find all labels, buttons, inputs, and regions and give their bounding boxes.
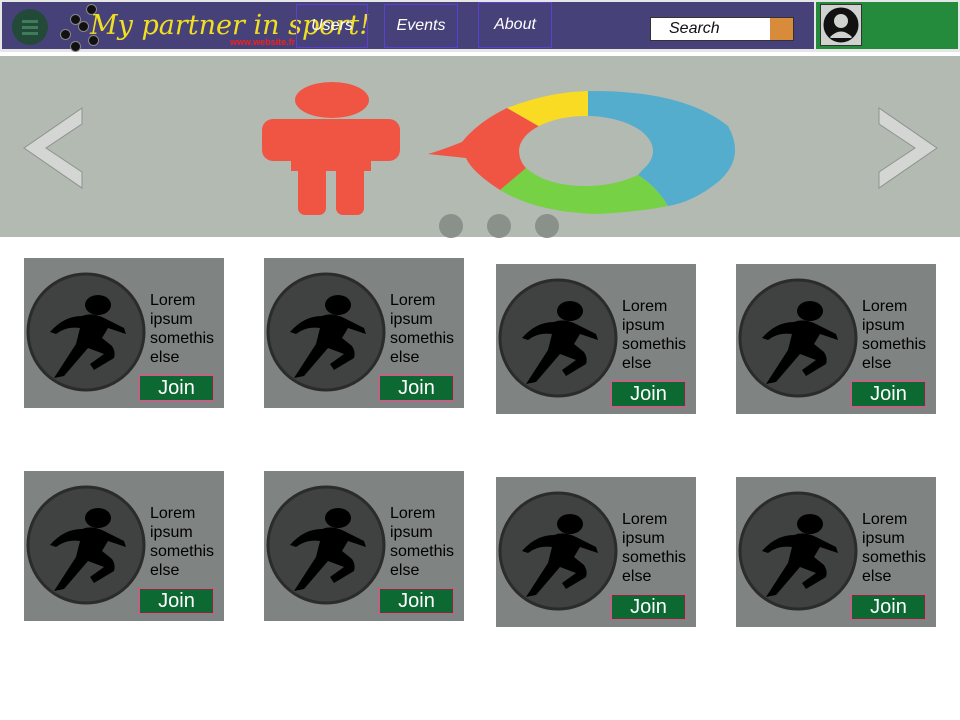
search-box[interactable]: Search <box>650 17 794 41</box>
profile-area <box>816 2 958 49</box>
join-button[interactable]: Join <box>379 375 454 401</box>
header: My partner in sport! www.website.fr User… <box>0 0 960 52</box>
event-card[interactable]: Lorem ipsum somethis else Join <box>736 264 936 414</box>
menu-icon <box>22 32 38 35</box>
join-button[interactable]: Join <box>139 588 214 614</box>
avatar[interactable] <box>820 4 862 46</box>
join-button[interactable]: Join <box>379 588 454 614</box>
search-button[interactable] <box>770 18 793 40</box>
nav-events[interactable]: Events <box>384 4 458 48</box>
runner-icon <box>26 485 146 605</box>
user-icon <box>823 7 859 43</box>
event-card[interactable]: Lorem ipsum somethis else Join <box>736 477 936 627</box>
carousel-dot[interactable] <box>439 214 463 238</box>
runner-icon <box>738 491 858 611</box>
runner-icon <box>266 485 386 605</box>
event-card[interactable]: Lorem ipsum somethis else Join <box>496 477 696 627</box>
join-button[interactable]: Join <box>851 381 926 407</box>
carousel-dot[interactable] <box>487 214 511 238</box>
person-illustration <box>262 82 400 215</box>
event-description: Lorem ipsum somethis else <box>622 511 687 585</box>
chevron-left-icon[interactable] <box>22 106 84 190</box>
event-description: Lorem ipsum somethis else <box>862 511 927 585</box>
join-button[interactable]: Join <box>139 375 214 401</box>
menu-button[interactable] <box>12 9 48 45</box>
runner-icon <box>738 278 858 398</box>
event-card[interactable]: Lorem ipsum somethis else Join <box>24 258 224 408</box>
logo-subtitle: www.website.fr <box>230 37 296 47</box>
carousel-dot[interactable] <box>535 214 559 238</box>
nav-users[interactable]: Users <box>296 4 368 48</box>
event-description: Lorem ipsum somethis else <box>862 298 927 372</box>
runner-icon <box>26 272 146 392</box>
join-button[interactable]: Join <box>611 594 686 620</box>
carousel-banner <box>0 56 960 238</box>
donut-chart-illustration <box>428 90 736 214</box>
event-card[interactable]: Lorem ipsum somethis else Join <box>24 471 224 621</box>
event-description: Lorem ipsum somethis else <box>390 292 455 366</box>
search-input[interactable]: Search <box>669 20 720 38</box>
nav-bar: My partner in sport! www.website.fr User… <box>2 2 814 52</box>
join-button[interactable]: Join <box>611 381 686 407</box>
nav-about[interactable]: About <box>478 2 552 48</box>
event-card[interactable]: Lorem ipsum somethis else Join <box>264 258 464 408</box>
runner-icon <box>498 491 618 611</box>
runner-icon <box>498 278 618 398</box>
event-description: Lorem ipsum somethis else <box>150 292 215 366</box>
event-description: Lorem ipsum somethis else <box>150 505 215 579</box>
menu-icon <box>22 20 38 23</box>
event-card[interactable]: Lorem ipsum somethis else Join <box>264 471 464 621</box>
join-button[interactable]: Join <box>851 594 926 620</box>
event-description: Lorem ipsum somethis else <box>390 505 455 579</box>
chevron-right-icon[interactable] <box>877 106 939 190</box>
menu-icon <box>22 26 38 29</box>
event-description: Lorem ipsum somethis else <box>622 298 687 372</box>
runner-icon <box>266 272 386 392</box>
event-card[interactable]: Lorem ipsum somethis else Join <box>496 264 696 414</box>
